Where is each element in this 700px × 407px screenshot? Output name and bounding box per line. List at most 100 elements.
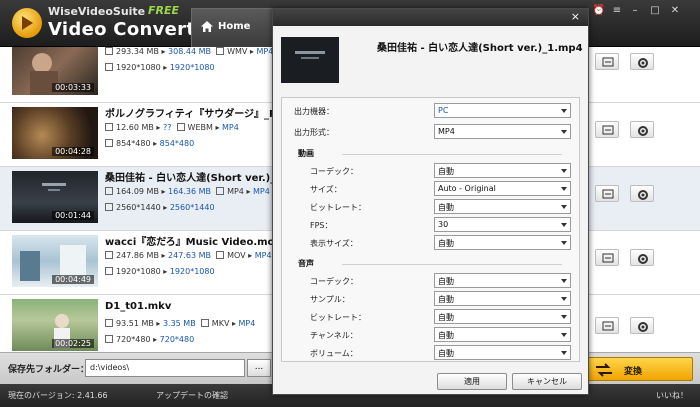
app-window: WiseVideoSuite FREE Video Converter 2 Ho…: [0, 0, 700, 407]
output-folder-input[interactable]: d:\videos\: [85, 359, 245, 377]
edit-icon: [602, 321, 614, 331]
duration-label: 00:01:44: [52, 211, 94, 220]
settings-button[interactable]: [630, 121, 654, 138]
edit-icon: [602, 189, 614, 199]
gear-icon: [638, 58, 648, 68]
app-logo: [12, 8, 42, 38]
update-check-link[interactable]: アップデートの確認: [156, 390, 228, 401]
video-codec-select[interactable]: 自動: [434, 163, 571, 178]
chevron-down-icon: [561, 333, 567, 337]
chevron-down-icon: [561, 205, 567, 209]
gear-icon: [638, 126, 648, 136]
format-icon: [176, 123, 185, 131]
audio-channel-select[interactable]: 自動: [434, 327, 571, 342]
home-icon: [201, 21, 213, 32]
chevron-down-icon: [561, 351, 567, 355]
audio-sample-select[interactable]: 自動: [434, 291, 571, 306]
file-resolution-info: 720*480 ▸ 720*480: [105, 335, 194, 344]
file-resolution-info: 854*480 ▸ 854*480: [105, 139, 194, 148]
output-format-select[interactable]: MP4: [434, 124, 571, 139]
video-size-select[interactable]: Auto - Original: [434, 181, 571, 196]
display-size-select[interactable]: 自動: [434, 235, 571, 250]
file-thumbnail: 00:01:44: [12, 171, 98, 223]
output-settings-dialog: × 桑田佳祐 - 白い恋人達(Short ver.)_1.mp4 出力機器： P…: [272, 8, 589, 395]
brand-suite: WiseVideoSuite: [48, 5, 146, 18]
duration-label: 00:02:25: [52, 339, 94, 348]
divider: [342, 264, 562, 265]
audio-codec-select[interactable]: 自動: [434, 273, 571, 288]
file-size-info: 247.86 MB ▸ 247.63 MB MOV ▸ MP4: [105, 251, 272, 260]
apply-button[interactable]: 適用: [437, 373, 507, 390]
size-icon: [105, 123, 113, 131]
video-codec-label: コーデック：: [310, 167, 358, 176]
edit-icon: [602, 57, 614, 67]
edit-button[interactable]: [595, 317, 619, 334]
video-size-label: サイズ：: [310, 185, 342, 194]
video-fps-label: FPS：: [310, 221, 333, 230]
edit-button[interactable]: [595, 249, 619, 266]
settings-button[interactable]: [630, 317, 654, 334]
file-thumbnail: 00:02:25: [12, 299, 98, 351]
dialog-title-bar: ×: [273, 9, 588, 26]
audio-section-title: 音声: [298, 259, 314, 268]
convert-button[interactable]: 変換: [585, 357, 693, 381]
gear-icon: [638, 322, 648, 332]
cancel-button[interactable]: キャンセル: [512, 373, 582, 390]
file-resolution-info: 1920*1080 ▸ 1920*1080: [105, 63, 215, 72]
gear-icon: [638, 190, 648, 200]
close-icon[interactable]: ×: [571, 10, 580, 24]
settings-button[interactable]: [630, 249, 654, 266]
edit-button[interactable]: [595, 185, 619, 202]
convert-icon: [596, 363, 612, 377]
chevron-down-icon: [561, 315, 567, 319]
output-format-label: 出力形式：: [294, 128, 334, 137]
chevron-down-icon: [561, 169, 567, 173]
gear-icon: [638, 254, 648, 264]
size-icon: [105, 251, 113, 259]
duration-label: 00:04:49: [52, 275, 94, 284]
settings-button[interactable]: [630, 53, 654, 70]
audio-bitrate-select[interactable]: 自動: [434, 309, 571, 324]
version-text: 現在のバージョン: 2.41.66: [8, 391, 108, 400]
audio-volume-select[interactable]: 自動: [434, 345, 571, 360]
alarm-icon[interactable]: ⏰: [592, 5, 606, 17]
resolution-icon: [105, 203, 113, 211]
resolution-icon: [105, 335, 113, 343]
window-close-icon[interactable]: ✕: [668, 5, 682, 17]
browse-button[interactable]: ...: [247, 359, 271, 377]
settings-button[interactable]: [630, 185, 654, 202]
settings-panel: 出力機器： PC 出力形式： MP4 動画 コーデック： 自動 サイズ： Aut…: [281, 97, 580, 362]
format-icon: [216, 251, 225, 259]
convert-label: 変換: [624, 367, 643, 377]
size-icon: [105, 47, 113, 55]
minimize-icon[interactable]: –: [628, 5, 642, 17]
size-icon: [105, 319, 113, 327]
output-folder-label: 保存先フォルダー：: [8, 365, 90, 375]
output-device-select[interactable]: PC: [434, 103, 571, 118]
audio-volume-label: ボリューム：: [310, 349, 358, 358]
file-thumbnail: 00:04:49: [12, 235, 98, 287]
file-size-info: 293.34 MB ▸ 308.44 MB WMV ▸ MP4: [105, 47, 273, 56]
output-device-label: 出力機器：: [294, 107, 334, 116]
file-size-info: 164.09 MB ▸ 164.36 MB MP4 ▸ MP4: [105, 187, 270, 196]
maximize-icon[interactable]: □: [648, 5, 662, 17]
like-link[interactable]: いいね！: [656, 390, 688, 401]
video-fps-select[interactable]: 30: [434, 217, 571, 232]
chevron-down-icon: [561, 130, 567, 134]
edit-icon: [602, 253, 614, 263]
file-name: wacci『恋だろ』Music Video.mov: [105, 237, 281, 248]
edit-button[interactable]: [595, 53, 619, 70]
resolution-icon: [105, 139, 113, 147]
audio-bitrate-label: ビットレート：: [310, 313, 366, 322]
video-section-title: 動画: [298, 149, 314, 158]
dialog-file-title: 桑田佳祐 - 白い恋人達(Short ver.)_1.mp4: [377, 43, 583, 54]
video-bitrate-select[interactable]: 自動: [434, 199, 571, 214]
edit-button[interactable]: [595, 121, 619, 138]
audio-codec-label: コーデック：: [310, 277, 358, 286]
chevron-down-icon: [561, 297, 567, 301]
audio-channel-label: チャンネル：: [310, 331, 358, 340]
home-tab[interactable]: Home: [191, 8, 273, 47]
menu-icon[interactable]: ≡: [610, 5, 624, 17]
chevron-down-icon: [561, 241, 567, 245]
file-thumbnail: 00:03:33: [12, 47, 98, 95]
